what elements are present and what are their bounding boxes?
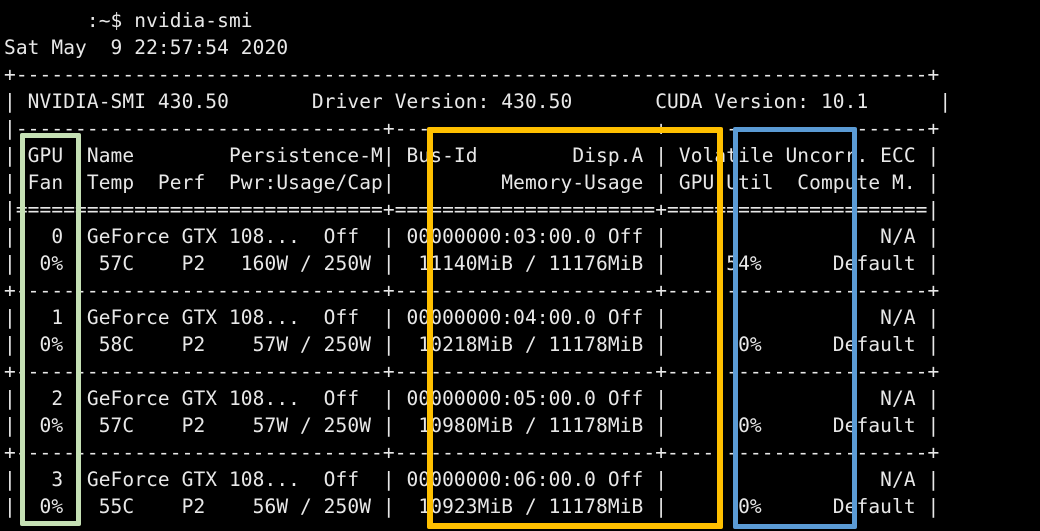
terminal-window[interactable]: :~$ nvidia-smi Sat May 9 22:57:54 2020 +… [0, 0, 1040, 531]
driver-info-line: | NVIDIA-SMI 430.50 Driver Version: 430.… [4, 90, 952, 113]
bus-memory-highlight-box [427, 127, 723, 529]
prompt-line: :~$ nvidia-smi [4, 9, 253, 32]
table-border-top: +---------------------------------------… [4, 63, 940, 86]
gpu-fan-highlight-box [20, 133, 81, 526]
timestamp-line: Sat May 9 22:57:54 2020 [4, 36, 289, 59]
gpu-util-highlight-box [733, 127, 857, 529]
